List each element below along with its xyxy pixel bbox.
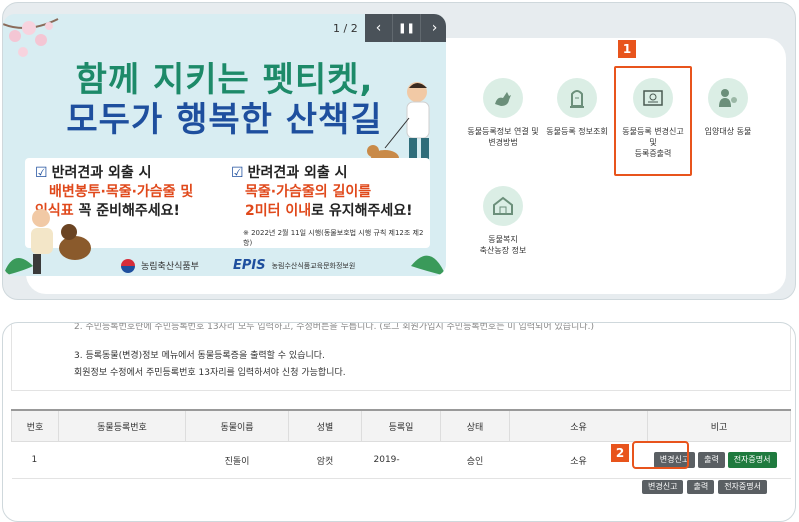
cell-sex: 암컷 [288, 441, 362, 479]
epis-logo: EPIS [232, 258, 266, 273]
menu-item-registration-link[interactable]: 동물등록정보 연결 및 변경방법 [463, 78, 543, 148]
table-header-row: 번호 동물등록번호 동물이름 성별 등록일 상태 소유 비고 [11, 409, 791, 442]
menu-item-label: 입양대상 동물 [704, 127, 752, 136]
menu-item-adoption[interactable]: 입양대상 동물 [688, 78, 768, 137]
col-header-status: 상태 [440, 409, 510, 442]
banner-nav: ‹ ❚❚ › [365, 14, 446, 42]
cell-status: 승인 [440, 441, 510, 479]
chevron-right-icon: › [431, 20, 438, 36]
promo-banner[interactable]: 1 / 2 ‹ ❚❚ › 함께 지키는 펫티켓, 모두가 행복한 산책길 ☑ 반려… [3, 14, 446, 276]
gravestone-icon [557, 78, 597, 118]
notice-line-2: 2. 주민등록번호란에 주민등록번호 13자리 모두 입력하고, 수정버튼을 누… [74, 322, 594, 332]
highlight-box-1 [614, 66, 692, 176]
prev-slide-button[interactable]: ‹ [365, 14, 392, 42]
menu-item-welfare-farm[interactable]: 동물복지 축산농장 정보 [463, 186, 543, 256]
next-slide-button[interactable]: › [420, 14, 446, 42]
info-right-line2: 2미터 이내 [245, 203, 312, 219]
col-header-date: 등록일 [361, 409, 441, 442]
pause-slide-button[interactable]: ❚❚ [392, 14, 420, 42]
info-left-line1: 배변봉투·목줄·가슴줄 및 [49, 184, 194, 200]
notice-line-3: 3. 등록동물(변경)정보 메뉴에서 동물등록증을 출력할 수 있습니다. [74, 351, 325, 361]
banner-logos: 농림축산식품부 EPIS 농림수산식품교육문화정보원 [121, 258, 355, 273]
col-header-reg-no: 동물등록번호 [58, 409, 186, 442]
cell-reg-no [58, 441, 186, 479]
info-right-title: 반려견과 외출 시 [247, 165, 348, 181]
e-certificate-button[interactable]: 전자증명서 [718, 480, 767, 494]
cell-no: 1 [11, 441, 59, 479]
chevron-left-icon: ‹ [375, 20, 382, 36]
menu-item-label-1: 동물복지 [488, 235, 518, 244]
menu-item-label: 동물등록정보 연결 및 변경방법 [467, 127, 539, 147]
print-button[interactable]: 출력 [698, 452, 725, 468]
notice-line-4: 회원정보 수정에서 주민등록번호 13자리를 입력하셔야 신청 가능합니다. [74, 368, 346, 378]
info-right-tail: 로 유지해주세요! [311, 203, 413, 219]
step-badge-2: 2 [611, 444, 629, 462]
e-certificate-button[interactable]: 전자증명서 [727, 452, 777, 468]
info-right-line1: 목줄·가슴줄의 길이를 [245, 184, 372, 200]
info-left-title: 반려견과 외출 시 [51, 165, 152, 181]
dog-icon [483, 78, 523, 118]
cell-date: 2019- [361, 441, 441, 479]
plant-icon [3, 258, 33, 276]
info-right: ☑ 반려견과 외출 시 목줄·가슴줄의 길이를 2미터 이내로 유지해주세요! [231, 164, 413, 221]
print-button[interactable]: 출력 [687, 480, 715, 494]
person-with-pet-icon [708, 78, 748, 118]
col-header-name: 동물이름 [185, 409, 289, 442]
epis-logo-text: 농림수산식품교육문화정보원 [271, 261, 356, 270]
checkbox-icon: ☑ [231, 165, 244, 181]
plant-icon [411, 255, 446, 276]
menu-item-label-2: 축산농장 정보 [479, 246, 527, 255]
menu-item-label: 동물등록 정보조회 [546, 127, 608, 136]
cell-name: 진돌이 [185, 441, 289, 479]
checkbox-icon: ☑ [35, 165, 48, 181]
highlight-box-2 [632, 441, 689, 469]
col-header-no: 번호 [11, 409, 59, 442]
banner-counter: 1 / 2 [333, 22, 358, 35]
step-badge-1: 1 [618, 40, 636, 58]
ministry-logo-text: 농림축산식품부 [141, 262, 199, 272]
barn-icon [483, 186, 523, 226]
pause-icon: ❚❚ [398, 22, 415, 34]
next-row-buttons: 변경신고 출력 전자증명서 [642, 480, 767, 494]
col-header-owner: 소유 [509, 409, 648, 442]
ministry-logo-icon [121, 258, 135, 273]
col-header-sex: 성별 [288, 409, 362, 442]
notice-box: 2. 주민등록번호란에 주민등록번호 13자리 모두 입력하고, 수정버튼을 누… [11, 323, 791, 391]
menu-item-registration-lookup[interactable]: 동물등록 정보조회 [537, 78, 617, 137]
change-report-button[interactable]: 변경신고 [642, 480, 684, 494]
col-header-note: 비고 [647, 409, 791, 442]
